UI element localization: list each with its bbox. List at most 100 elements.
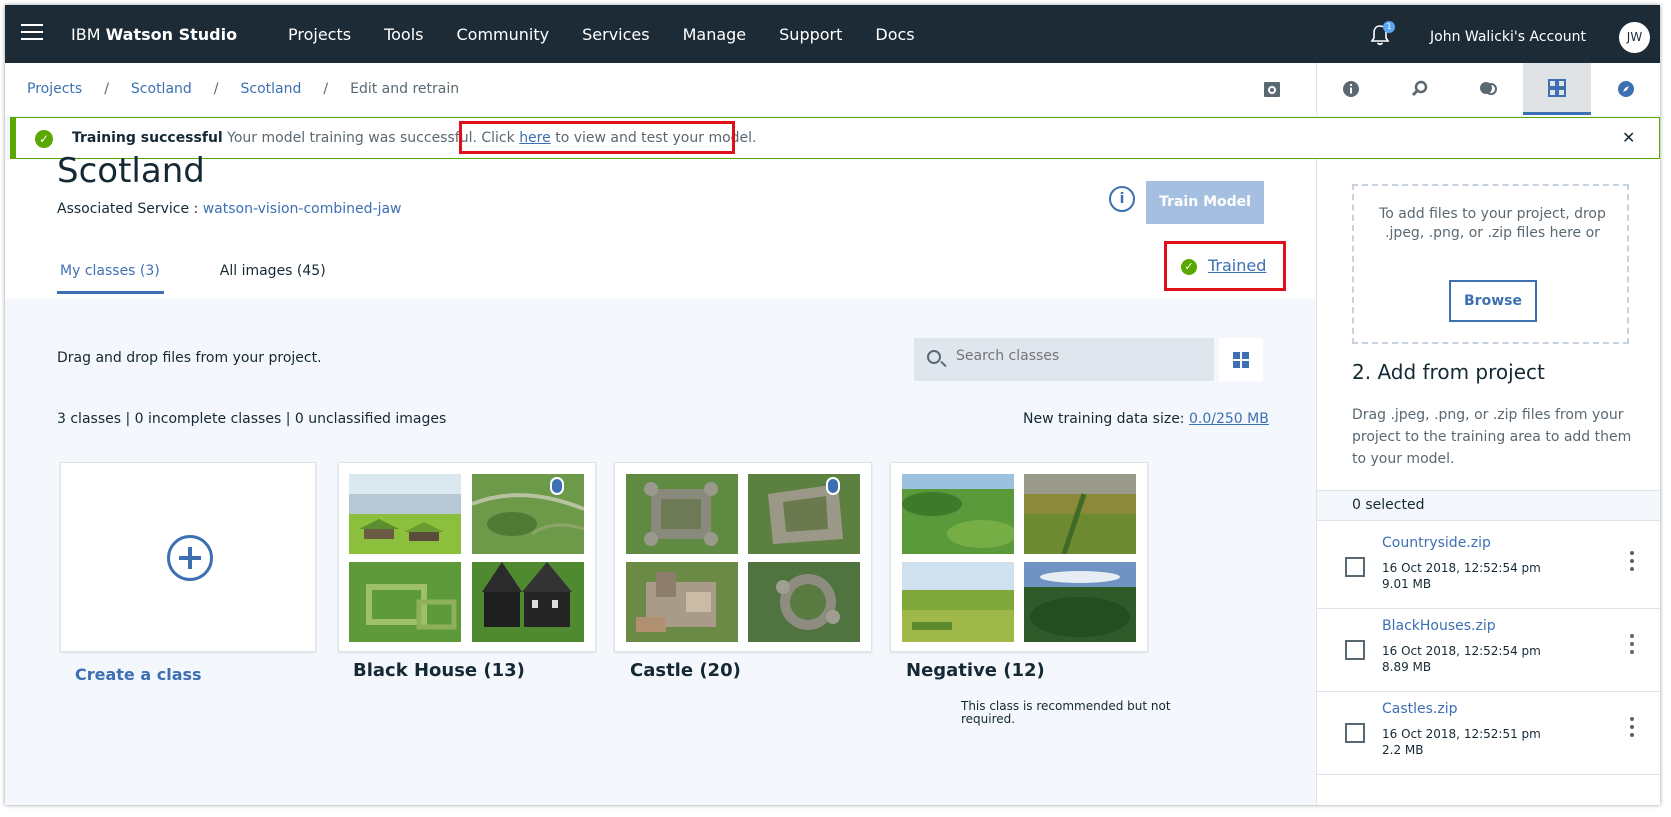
trained-status: ✓ Trained (1164, 241, 1286, 291)
file-size: 9.01 MB (1382, 577, 1432, 591)
file-size: 8.89 MB (1382, 660, 1432, 674)
account-name[interactable]: John Walicki's Account (1430, 29, 1586, 45)
notification-title: Training successful (72, 130, 223, 146)
breadcrumb-bar: Projects / Scotland / Scotland / Edit an… (5, 63, 1316, 115)
selection-bar: 0 selected (1317, 490, 1660, 521)
negative-thumbnail (902, 562, 1014, 642)
create-class-link[interactable]: Create a class (75, 665, 202, 684)
black-house-thumbnail (349, 562, 461, 642)
chat-icon[interactable] (1454, 63, 1523, 115)
class-card-negative[interactable] (890, 462, 1148, 652)
breadcrumb-scotland-1[interactable]: Scotland (131, 81, 192, 97)
top-nav: IBM Watson Studio Projects Tools Communi… (5, 5, 1660, 63)
checkmark-icon: ✓ (1181, 259, 1197, 275)
breadcrumb: Projects / Scotland / Scotland / Edit an… (27, 81, 459, 97)
nav-manage[interactable]: Manage (683, 25, 747, 44)
brand-name: Watson Studio (105, 25, 238, 44)
train-model-button[interactable]: Train Model (1146, 181, 1264, 224)
overflow-menu-icon[interactable] (1630, 717, 1634, 741)
file-checkbox[interactable] (1345, 723, 1365, 743)
service-link[interactable]: watson-vision-combined-jaw (203, 201, 402, 217)
file-checkbox[interactable] (1345, 640, 1365, 660)
tab-my-classes[interactable]: My classes (3) (57, 263, 164, 294)
breadcrumb-scotland-2[interactable]: Scotland (241, 81, 302, 97)
file-item[interactable]: Castles.zip 16 Oct 2018, 12:52:51 pm 2.2… (1317, 687, 1660, 775)
class-tabs: My classes (3) All images (45) (57, 263, 382, 294)
data-size-label: New training data size: (1023, 411, 1185, 427)
file-name[interactable]: Castles.zip (1382, 701, 1458, 717)
highlight-box (459, 121, 735, 154)
nav-support[interactable]: Support (779, 25, 842, 44)
class-name-castle[interactable]: Castle (20) (630, 660, 741, 681)
search-input[interactable] (956, 348, 1196, 364)
notification-bell-icon[interactable]: 1 (1369, 21, 1395, 46)
file-name[interactable]: BlackHouses.zip (1382, 618, 1496, 634)
compass-icon[interactable] (1591, 63, 1660, 115)
brand[interactable]: IBM Watson Studio (71, 25, 237, 44)
file-item[interactable]: Countryside.zip 16 Oct 2018, 12:52:54 pm… (1317, 521, 1660, 609)
model-header: Scotland Associated Service : watson-vis… (5, 151, 1316, 299)
file-item[interactable]: BlackHouses.zip 16 Oct 2018, 12:52:54 pm… (1317, 604, 1660, 692)
add-files-panel: To add files to your project, drop .jpeg… (1316, 159, 1660, 805)
negative-thumbnail (902, 474, 1014, 554)
grid-view-icon[interactable] (1219, 338, 1263, 381)
page-title: Scotland (57, 151, 205, 191)
class-card-castle[interactable] (614, 462, 872, 652)
file-date: 16 Oct 2018, 12:52:54 pm (1382, 561, 1541, 575)
trained-link[interactable]: Trained (1208, 256, 1266, 275)
black-house-thumbnail (472, 474, 584, 554)
close-icon[interactable]: ✕ (1622, 128, 1635, 147)
nav-services[interactable]: Services (582, 25, 649, 44)
file-checkbox[interactable] (1345, 557, 1365, 577)
breadcrumb-separator: / (213, 81, 219, 97)
black-house-thumbnail (349, 474, 461, 554)
negative-thumbnail (1024, 474, 1136, 554)
breadcrumb-separator: / (104, 81, 109, 97)
add-icon (167, 535, 213, 581)
file-date: 16 Oct 2018, 12:52:51 pm (1382, 727, 1541, 741)
breadcrumb-separator: / (323, 81, 329, 97)
selected-count: 0 selected (1352, 497, 1425, 513)
hamburger-menu-icon[interactable] (21, 24, 43, 42)
info-icon[interactable]: i (1109, 186, 1135, 212)
data-size: New training data size: 0.0/250 MB (1023, 411, 1269, 427)
breadcrumb-current: Edit and retrain (350, 81, 460, 97)
avatar[interactable]: JW (1619, 22, 1650, 53)
tab-all-images[interactable]: All images (45) (220, 263, 326, 294)
info-icon[interactable] (1317, 63, 1386, 115)
file-date: 16 Oct 2018, 12:52:54 pm (1382, 644, 1541, 658)
notification-count-badge: 1 (1383, 21, 1395, 33)
data-assets-icon[interactable] (1522, 63, 1592, 115)
class-name-negative[interactable]: Negative (12) (906, 660, 1045, 681)
camera-settings-icon[interactable] (1262, 79, 1282, 99)
class-name-black-house[interactable]: Black House (13) (353, 660, 525, 681)
wrench-search-icon[interactable] (1386, 63, 1455, 115)
breadcrumb-projects[interactable]: Projects (27, 81, 82, 97)
browse-button[interactable]: Browse (1449, 280, 1537, 322)
file-size: 2.2 MB (1382, 743, 1424, 757)
file-drop-zone[interactable]: To add files to your project, drop .jpeg… (1352, 184, 1629, 344)
associated-service: Associated Service : watson-vision-combi… (57, 201, 402, 217)
negative-class-note: This class is recommended but not requir… (961, 699, 1171, 726)
black-house-thumbnail (472, 562, 584, 642)
add-from-project-title: 2. Add from project (1352, 360, 1545, 384)
overflow-menu-icon[interactable] (1630, 634, 1634, 658)
checkmark-icon: ✓ (35, 130, 53, 148)
notification-text: Your model training was successful. (227, 130, 477, 146)
class-card-black-house[interactable] (338, 462, 596, 652)
drag-hint: Drag and drop files from your project. (57, 350, 322, 366)
overflow-menu-icon[interactable] (1630, 551, 1634, 575)
create-class-card[interactable] (60, 462, 316, 652)
lock-icon (826, 477, 840, 495)
castle-thumbnail (748, 562, 860, 642)
file-name[interactable]: Countryside.zip (1382, 535, 1491, 551)
nav-tools[interactable]: Tools (384, 25, 423, 44)
nav-docs[interactable]: Docs (875, 25, 914, 44)
data-size-link[interactable]: 0.0/250 MB (1189, 411, 1269, 427)
nav-links: Projects Tools Community Services Manage… (288, 25, 948, 44)
castle-thumbnail (748, 474, 860, 554)
search-bar (914, 338, 1214, 381)
class-stats: 3 classes | 0 incomplete classes | 0 unc… (57, 411, 447, 427)
nav-community[interactable]: Community (457, 25, 550, 44)
nav-projects[interactable]: Projects (288, 25, 351, 44)
